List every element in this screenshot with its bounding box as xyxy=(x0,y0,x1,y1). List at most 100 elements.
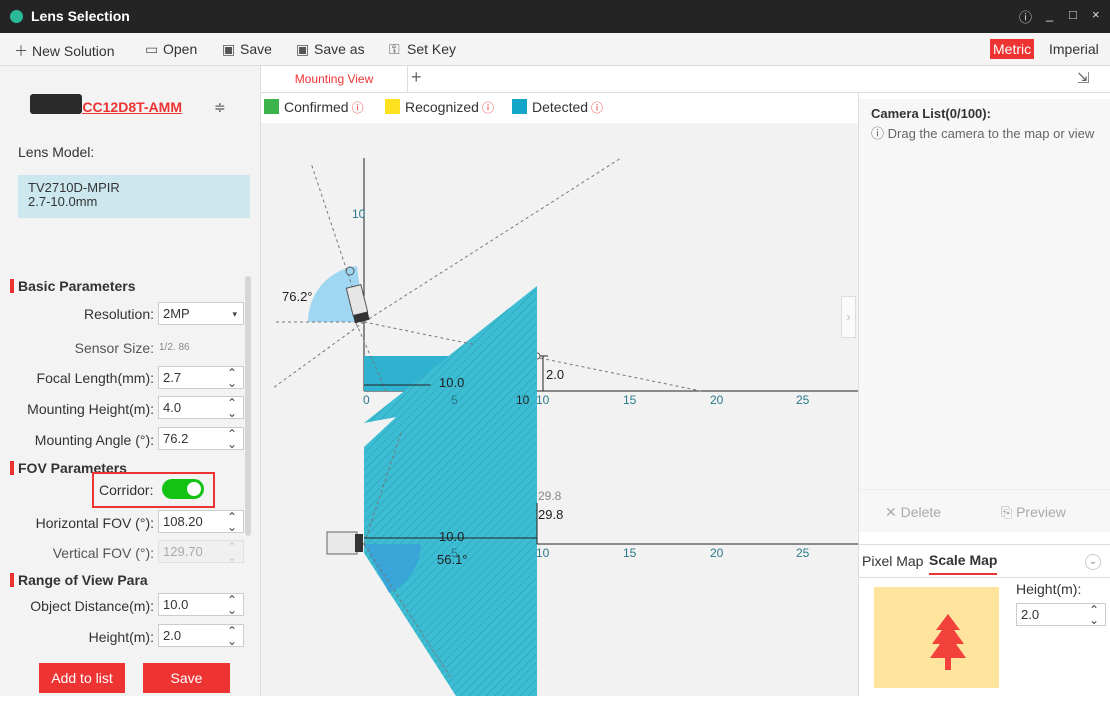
tab-pixel-map[interactable]: Pixel Map xyxy=(862,553,923,569)
app-logo-icon xyxy=(10,10,23,23)
horizontal-fov-stepper[interactable]: 108.20 ⌃ ⌄ xyxy=(158,510,244,533)
side-x-tick: 0 xyxy=(363,393,370,407)
delete-button[interactable]: ✕ Delete xyxy=(885,504,941,521)
export-icon[interactable]: ⇲ xyxy=(1077,69,1090,87)
sensor-size-label: Sensor Size: xyxy=(74,340,154,356)
resolution-select[interactable]: 2MP ▾ xyxy=(158,302,244,325)
sensor-size-value: 1/2. 86 xyxy=(159,342,190,353)
height-stepper[interactable]: 2.0 ⌃ ⌄ xyxy=(158,624,244,647)
range-of-view-heading: Range of View Para xyxy=(10,572,148,588)
info-icon[interactable]: ⓘ xyxy=(352,101,364,115)
diagram-svg xyxy=(272,157,858,696)
lens-name: TV2710D-MPIR xyxy=(28,180,120,195)
side-x-tick: 5 xyxy=(451,393,458,407)
mounting-diagram[interactable]: 10 76.2° 10.0 2.0 0 5 10 10 15 20 25 29.… xyxy=(261,123,858,696)
collapse-panel-button[interactable]: › xyxy=(841,296,856,338)
confirmed-label: Confirmed xyxy=(284,99,349,115)
set-key-label: Set Key xyxy=(407,41,457,57)
corridor-toggle[interactable] xyxy=(162,479,204,499)
vertical-fov-value: 129.70 xyxy=(163,544,203,559)
open-button[interactable]: ▭ Open xyxy=(145,41,197,58)
horizontal-fov-value: 108.20 xyxy=(163,514,203,529)
side-angle-label: 76.2° xyxy=(282,289,313,304)
set-key-button[interactable]: ⚿ Set Key xyxy=(389,41,456,58)
swap-icon[interactable]: ≑ xyxy=(214,99,226,116)
top-x-tick: 5 xyxy=(451,546,458,560)
add-tab-button[interactable]: + xyxy=(411,67,422,88)
stepper-icon: ⌃ ⌄ xyxy=(226,396,237,420)
top-x-tick: 15 xyxy=(623,546,637,560)
tab-mounting-view[interactable]: Mounting View xyxy=(261,66,408,93)
camera-list-hint: ⓘ Drag the camera to the map or view xyxy=(871,123,1094,142)
fov-edge-line xyxy=(272,321,365,389)
camera-thumbnail xyxy=(30,94,82,114)
vertical-fov-label: Vertical FOV (°): xyxy=(52,545,154,561)
map-tabs: Pixel Map Scale Map ⌄ xyxy=(859,544,1110,578)
camera-list-title: Camera List(0/100): xyxy=(871,106,991,121)
camera-list-area[interactable] xyxy=(859,99,1110,489)
plus-icon: ＋ xyxy=(14,43,28,59)
top-x-tick: 20 xyxy=(710,546,724,560)
side-x-tick: 10 xyxy=(536,393,550,407)
side-x-tick: 10 xyxy=(516,393,530,407)
mounting-angle-stepper[interactable]: 76.2 ⌃ ⌄ xyxy=(158,427,244,450)
save-changes-button[interactable]: Save Changes xyxy=(143,663,230,716)
top-width-label: 29.8 xyxy=(538,507,564,522)
object-distance-label: Object Distance(m): xyxy=(30,598,154,614)
scale-height-label: Height(m): xyxy=(1016,581,1082,597)
info-icon[interactable]: ⓘ xyxy=(1019,7,1032,26)
focal-length-stepper[interactable]: 2.7 ⌃ ⌄ xyxy=(158,366,244,389)
side-distance-label: 10.0 xyxy=(439,375,465,390)
scrollbar[interactable] xyxy=(245,276,251,536)
stepper-icon: ⌃ ⌄ xyxy=(1088,603,1099,627)
disk-icon: ▣ xyxy=(296,41,310,57)
tree-icon xyxy=(930,614,966,670)
minimize-button[interactable]: _ xyxy=(1046,7,1053,22)
mounting-height-stepper[interactable]: 4.0 ⌃ ⌄ xyxy=(158,396,244,419)
window-title: Lens Selection xyxy=(31,8,130,24)
parameters-panel: DS-2CC12D8T-AMM ≑ Lens Model: TV2710D-MP… xyxy=(0,66,261,716)
top-x-tick: 25 xyxy=(796,546,810,560)
horizontal-fov-label: Horizontal FOV (°): xyxy=(35,515,154,531)
top-width-label: 29.8 xyxy=(538,489,562,503)
metric-toggle[interactable]: Metric xyxy=(990,39,1035,59)
stepper-icon: ⌃ ⌄ xyxy=(226,510,237,534)
corridor-label: Corridor: xyxy=(99,482,154,498)
scale-height-stepper[interactable]: 2.0 ⌃ ⌄ xyxy=(1016,603,1106,626)
preview-button[interactable]: ⎘ Preview xyxy=(1001,504,1066,521)
view-tabs: Mounting View + ⇲ xyxy=(261,66,1110,93)
legend-confirmed: Confirmed ⓘ xyxy=(264,99,364,116)
top-camera-icon[interactable] xyxy=(326,531,363,555)
close-button[interactable]: × xyxy=(1092,7,1100,22)
maximize-button[interactable]: □ xyxy=(1069,7,1077,22)
camera-model-link[interactable]: DS-2CC12D8T-AMM xyxy=(82,99,182,115)
new-solution-button[interactable]: ＋ New Solution xyxy=(14,41,115,61)
save-as-button[interactable]: ▣ Save as xyxy=(296,41,365,58)
preview-icon: ⎘ xyxy=(1001,504,1017,520)
top-x-tick: 10 xyxy=(536,546,550,560)
lens-range: 2.7-10.0mm xyxy=(28,194,98,209)
lens-model-item[interactable]: TV2710D-MPIR 2.7-10.0mm xyxy=(18,175,250,218)
save-button[interactable]: ▣ Save xyxy=(222,41,272,58)
chevron-down-icon[interactable]: ⌄ xyxy=(1085,554,1101,570)
info-icon[interactable]: ⓘ xyxy=(482,101,494,115)
basic-parameters-heading: Basic Parameters xyxy=(10,278,136,294)
stepper-icon: ⌃ ⌄ xyxy=(226,427,237,451)
camera-list-hint-text: Drag the camera to the map or view xyxy=(887,126,1095,141)
tab-scale-map[interactable]: Scale Map xyxy=(929,552,998,575)
stepper-icon: ⌃ ⌄ xyxy=(226,540,237,564)
top-fov-zone xyxy=(364,286,537,696)
object-distance-stepper[interactable]: 10.0 ⌃ ⌄ xyxy=(158,593,244,616)
confirmed-swatch xyxy=(264,99,279,114)
side-x-tick: 25 xyxy=(796,393,810,407)
resolution-value: 2MP xyxy=(163,306,190,321)
imperial-toggle[interactable]: Imperial xyxy=(1049,41,1099,57)
menu-bar: ＋ New Solution ▭ Open ▣ Save ▣ Save as ⚿ Set … xyxy=(0,33,1110,66)
scale-height-value: 2.0 xyxy=(1021,607,1040,622)
close-icon: ✕ xyxy=(885,504,901,520)
focal-length-label: Focal Length(mm): xyxy=(36,370,154,386)
legend-recognized: Recognized ⓘ xyxy=(385,99,494,116)
info-icon[interactable]: ⓘ xyxy=(591,101,603,115)
add-to-list-button[interactable]: Add to list xyxy=(39,663,125,693)
mounting-angle-label: Mounting Angle (°): xyxy=(34,432,154,448)
